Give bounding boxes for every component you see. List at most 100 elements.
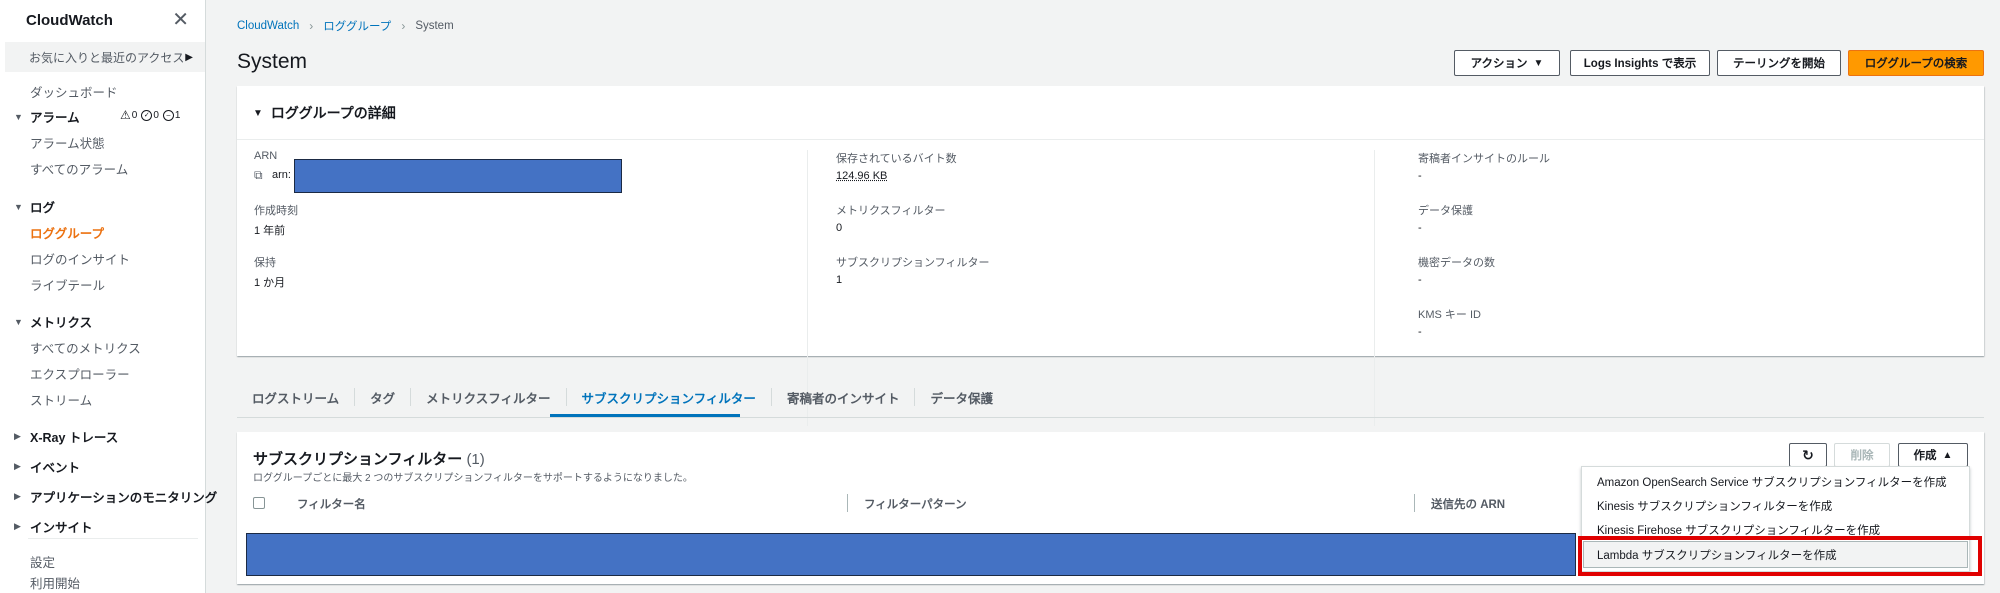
sidebar-item-streams[interactable]: ストリーム xyxy=(30,390,92,409)
column-header-destination-arn[interactable]: 送信先の ARN xyxy=(1431,496,1505,512)
arn-label: ARN xyxy=(254,150,278,162)
minus-circle-icon: – xyxy=(162,109,174,121)
caret-down-icon: ▼ xyxy=(253,107,263,119)
start-tailing-button[interactable]: テーリングを開始 xyxy=(1717,50,1841,76)
tabs-baseline xyxy=(237,417,1984,418)
favorites-recent-toggle[interactable]: お気に入りと最近のアクセス ▶ xyxy=(5,42,205,72)
arn-value: arn: xyxy=(272,169,291,181)
menu-item-opensearch[interactable]: Amazon OpenSearch Service サブスクリプションフィルター… xyxy=(1597,474,1947,490)
tab-contributor-insights[interactable]: 寄稿者のインサイト xyxy=(772,388,916,406)
sidebar-section-label: アプリケーションのモニタリング xyxy=(30,491,218,505)
column-resizer[interactable] xyxy=(1414,494,1415,512)
stored-bytes-label: 保存されているバイト数 xyxy=(836,153,957,165)
redacted-table-row[interactable] xyxy=(246,533,1576,576)
sidebar-section-label: ログ xyxy=(30,201,56,215)
breadcrumb-cloudwatch[interactable]: CloudWatch xyxy=(237,20,299,32)
page-title: System xyxy=(237,50,308,73)
alarm-insufficient-count[interactable]: –1 xyxy=(162,109,180,121)
created-value: 1 年前 xyxy=(254,225,286,237)
column-divider xyxy=(1374,150,1375,426)
sidebar-section-label: インサイト xyxy=(30,521,93,535)
sidebar-header: CloudWatch ✕ xyxy=(0,0,205,40)
sidebar-item-settings[interactable]: 設定 xyxy=(30,552,55,571)
sidebar-item-dashboard[interactable]: ダッシュボード xyxy=(30,82,118,101)
sidebar-item-logs-insights[interactable]: ログのインサイト xyxy=(30,249,130,268)
actions-dropdown-button[interactable]: アクション ▼ xyxy=(1454,50,1560,76)
close-icon[interactable]: ✕ xyxy=(172,10,189,30)
retention-label: 保持 xyxy=(254,257,276,269)
details-title: ロググループの詳細 xyxy=(270,105,396,121)
column-header-filter-pattern[interactable]: フィルターパターン xyxy=(864,496,967,512)
details-divider xyxy=(237,139,1984,140)
sidebar-section-logs[interactable]: ▼ ログ xyxy=(14,197,55,216)
metric-filters-label: メトリクスフィルター xyxy=(836,205,946,217)
data-protection-value: - xyxy=(1418,222,1422,234)
sidebar-item-explorer[interactable]: エクスプローラー xyxy=(30,364,130,383)
alarm-ok-count[interactable]: ✓ 0 xyxy=(141,109,159,121)
metric-filters-value: 0 xyxy=(836,222,843,234)
view-in-logs-insights-button[interactable]: Logs Insights で表示 xyxy=(1570,50,1710,76)
sidebar-item-alarm-state[interactable]: アラーム状態 xyxy=(30,133,105,152)
tab-subscription-filters[interactable]: サブスクリプションフィルター xyxy=(567,388,772,406)
sidebar-section-label: X-Ray トレース xyxy=(30,431,119,445)
redacted-arn xyxy=(294,159,622,193)
delete-button[interactable]: 削除 xyxy=(1834,443,1890,467)
sidebar-section-metrics[interactable]: ▼ メトリクス xyxy=(14,312,92,331)
subscription-count: (1) xyxy=(466,451,485,468)
created-label: 作成時刻 xyxy=(254,205,298,217)
check-circle-icon: ✓ xyxy=(141,109,153,121)
details-panel-header[interactable]: ▼ ロググループの詳細 xyxy=(253,103,396,123)
log-group-details-panel: ▼ ロググループの詳細 ARN ⧉ arn: 作成時刻 1 年前 保持 1 か月… xyxy=(237,86,1984,426)
caret-down-icon: ▼ xyxy=(14,316,23,327)
caret-right-icon: ▶ xyxy=(14,521,21,531)
search-log-group-label: ロググループの検索 xyxy=(1864,58,1968,70)
sidebar-item-all-alarms[interactable]: すべてのアラーム xyxy=(30,159,128,178)
tab-tags[interactable]: タグ xyxy=(355,388,412,406)
create-dropdown-button[interactable]: 作成 ▲ xyxy=(1898,443,1968,467)
sidebar-title: CloudWatch xyxy=(26,11,113,29)
caret-down-icon: ▼ xyxy=(14,201,23,212)
menu-item-kinesis[interactable]: Kinesis サブスクリプションフィルターを作成 xyxy=(1597,498,1832,514)
caret-down-icon: ▼ xyxy=(14,111,23,122)
sidebar-section-xray[interactable]: ▶ X-Ray トレース xyxy=(14,427,118,446)
search-log-group-button[interactable]: ロググループの検索 xyxy=(1848,50,1984,76)
subscription-description: ロググループごとに最大 2 つのサブスクリプションフィルターをサポートするように… xyxy=(253,473,693,484)
caret-down-icon: ▼ xyxy=(1533,57,1544,69)
sensitive-data-label: 機密データの数 xyxy=(1418,257,1495,269)
actions-label: アクション xyxy=(1470,58,1528,70)
sidebar-section-label: メトリクス xyxy=(30,316,93,330)
refresh-button[interactable]: ↻ xyxy=(1789,443,1827,467)
subscription-filters-title: サブスクリプションフィルター (1) xyxy=(253,448,485,469)
sidebar-section-label: アラーム xyxy=(30,111,80,125)
active-tab-indicator xyxy=(550,414,740,417)
sidebar-item-log-groups[interactable]: ロググループ xyxy=(30,223,104,242)
sidebar-section-app-monitoring[interactable]: ▶ アプリケーションのモニタリング xyxy=(14,487,217,506)
sidebar-section-alarms[interactable]: ▼ アラーム xyxy=(14,107,80,126)
data-protection-label: データ保護 xyxy=(1418,205,1473,217)
sidebar-section-events[interactable]: ▶ イベント xyxy=(14,457,80,476)
sidebar-item-live-tail[interactable]: ライブテール xyxy=(30,275,105,294)
sidebar-section-insights[interactable]: ▶ インサイト xyxy=(14,517,93,536)
column-resizer[interactable] xyxy=(847,494,848,512)
breadcrumb-log-groups[interactable]: ロググループ xyxy=(323,18,391,34)
sidebar-item-all-metrics[interactable]: すべてのメトリクス xyxy=(30,338,141,357)
caret-right-icon: ▶ xyxy=(14,431,21,441)
sidebar: CloudWatch ✕ お気に入りと最近のアクセス ▶ ダッシュボード ▼ ア… xyxy=(0,0,217,593)
chevron-right-icon: › xyxy=(309,19,314,33)
stored-bytes-value[interactable]: 124.96 KB xyxy=(836,170,887,182)
contributor-rules-value: - xyxy=(1418,170,1422,182)
tab-data-protection[interactable]: データ保護 xyxy=(915,388,1008,406)
breadcrumb: CloudWatch › ロググループ › System xyxy=(237,18,454,34)
refresh-icon: ↻ xyxy=(1802,446,1814,463)
sidebar-item-getting-started[interactable]: 利用開始 xyxy=(30,573,80,592)
tab-metric-filters[interactable]: メトリクスフィルター xyxy=(411,388,567,406)
kms-key-label: KMS キー ID xyxy=(1418,309,1481,321)
alarm-warning-count[interactable]: ⚠ 0 xyxy=(120,108,137,122)
select-all-checkbox[interactable] xyxy=(253,497,265,509)
contributor-rules-label: 寄稿者インサイトのルール xyxy=(1418,153,1550,165)
copy-icon[interactable]: ⧉ xyxy=(254,168,263,183)
tab-log-streams[interactable]: ログストリーム xyxy=(237,388,356,406)
create-label: 作成 xyxy=(1913,450,1937,462)
column-header-filter-name[interactable]: フィルター名 xyxy=(297,496,366,512)
sidebar-divider xyxy=(28,538,198,539)
